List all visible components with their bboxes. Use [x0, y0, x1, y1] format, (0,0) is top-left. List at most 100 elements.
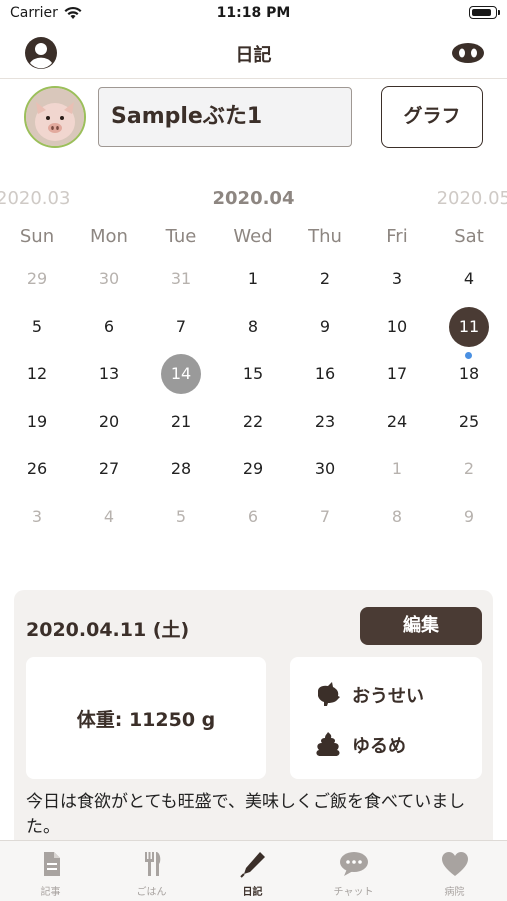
entry-date: 2020.04.11 (土) — [26, 619, 190, 641]
calendar-day[interactable]: 5 — [1, 307, 73, 347]
calendar-day[interactable]: 30 — [289, 449, 361, 489]
pig-silhouette-icon — [314, 681, 342, 707]
calendar-day[interactable]: 3 — [1, 497, 73, 537]
calendar-day[interactable]: 1 — [217, 259, 289, 299]
calendar-day[interactable]: 15 — [217, 354, 289, 394]
calendar-day[interactable]: 31 — [145, 259, 217, 299]
calendar-day[interactable]: 8 — [361, 497, 433, 537]
chat-bubble-icon — [339, 850, 369, 878]
stool-box: おうせい ゆるめ — [290, 657, 482, 779]
weekday-label: Tue — [165, 226, 197, 247]
next-month-label[interactable]: 2020.05 — [437, 188, 507, 209]
calendar-day[interactable]: 19 — [1, 402, 73, 442]
day-number: 5 — [175, 507, 187, 526]
graph-button[interactable]: グラフ — [381, 86, 483, 148]
pen-icon — [238, 850, 268, 878]
day-number: 2 — [319, 269, 331, 288]
edit-button[interactable]: 編集 — [360, 607, 482, 645]
calendar-day[interactable]: 26 — [1, 449, 73, 489]
calendar-day[interactable]: 20 — [73, 402, 145, 442]
tab-label: 日記 — [242, 887, 263, 898]
day-number: 5 — [31, 316, 43, 336]
calendar-day[interactable]: 10 — [361, 307, 433, 347]
tab-meals[interactable]: ごはん — [101, 841, 202, 901]
calendar-day[interactable]: 25 — [433, 402, 505, 442]
calendar-day[interactable]: 8 — [217, 307, 289, 347]
current-month-label: 2020.04 — [212, 188, 295, 209]
diary-entry-card: 2020.04.11 (土) 編集 体重: 11250 g おうせい ゆるめ 今… — [14, 590, 493, 850]
calendar-day[interactable]: 4 — [433, 259, 505, 299]
day-number: 25 — [458, 411, 480, 431]
day-number: 9 — [463, 507, 475, 526]
day-number: 7 — [319, 507, 331, 526]
calendar-day[interactable]: 1 — [361, 449, 433, 489]
navigation-bar: 日記 — [0, 28, 507, 79]
battery-icon — [469, 6, 500, 19]
calendar-day[interactable]: 29 — [217, 449, 289, 489]
pig-avatar[interactable] — [24, 86, 86, 148]
tab-hospital[interactable]: 病院 — [404, 841, 505, 901]
day-number: 6 — [103, 316, 115, 336]
tab-diary[interactable]: 日記 — [202, 841, 303, 901]
tab-label: ごはん — [136, 887, 167, 898]
weekday-label: Fri — [386, 226, 408, 247]
day-number: 7 — [175, 316, 187, 336]
tab-chat[interactable]: チャット — [303, 841, 404, 901]
calendar-day-selected[interactable]: 11 — [433, 306, 505, 359]
tab-label: 記事 — [40, 887, 61, 898]
calendar-day[interactable]: 18 — [433, 354, 505, 394]
calendar-day[interactable]: 4 — [73, 497, 145, 537]
heart-icon — [440, 850, 470, 878]
page-title: 日記 — [235, 45, 272, 66]
day-number: 18 — [458, 364, 480, 384]
day-number: 1 — [247, 269, 259, 288]
calendar-day[interactable]: 29 — [1, 259, 73, 299]
day-number: 2 — [463, 459, 475, 479]
pig-nose-icon[interactable] — [451, 42, 485, 64]
day-number: 28 — [170, 459, 192, 479]
calendar-day[interactable]: 6 — [217, 497, 289, 537]
stool-shape-label: おうせい — [352, 686, 424, 707]
calendar-day[interactable]: 21 — [145, 402, 217, 442]
day-number: 29 — [26, 269, 48, 288]
calendar-day[interactable]: 22 — [217, 402, 289, 442]
day-number: 10 — [386, 316, 408, 336]
calendar-day[interactable]: 9 — [433, 497, 505, 537]
calendar-day[interactable]: 28 — [145, 449, 217, 489]
calendar-day-today[interactable]: 14 — [145, 354, 217, 395]
day-number: 23 — [314, 411, 336, 431]
calendar-day[interactable]: 7 — [145, 307, 217, 347]
day-number: 3 — [31, 507, 43, 526]
calendar-day[interactable]: 30 — [73, 259, 145, 299]
weight-box: 体重: 11250 g — [26, 657, 266, 779]
day-number: 17 — [386, 364, 408, 384]
day-number: 19 — [26, 411, 48, 431]
weekday-label: Mon — [90, 226, 128, 247]
calendar-day[interactable]: 5 — [145, 497, 217, 537]
tab-bar: 記事 ごはん 日記 チャット 病院 — [0, 840, 507, 901]
day-number: 11 — [458, 316, 480, 336]
calendar-day[interactable]: 2 — [289, 259, 361, 299]
calendar-day[interactable]: 24 — [361, 402, 433, 442]
calendar-day[interactable]: 3 — [361, 259, 433, 299]
status-bar: Carrier 11:18 PM — [0, 0, 507, 28]
clock: 11:18 PM — [216, 5, 291, 21]
day-number: 30 — [98, 269, 120, 288]
weekday-label: Thu — [308, 226, 342, 247]
calendar-day[interactable]: 9 — [289, 307, 361, 347]
calendar-day[interactable]: 23 — [289, 402, 361, 442]
tab-articles[interactable]: 記事 — [0, 841, 101, 901]
calendar-day[interactable]: 27 — [73, 449, 145, 489]
pig-name-field[interactable]: Sampleぶた1 — [98, 87, 352, 147]
calendar-day[interactable]: 2 — [433, 449, 505, 489]
memo-text: 今日は食欲がとても旺盛で、美味しくご飯を食べていました。 — [26, 792, 466, 837]
calendar-day[interactable]: 16 — [289, 354, 361, 394]
stool-condition-label: ゆるめ — [352, 736, 406, 757]
calendar-day[interactable]: 13 — [73, 354, 145, 394]
calendar-day[interactable]: 6 — [73, 307, 145, 347]
calendar-day[interactable]: 12 — [1, 354, 73, 394]
day-number: 14 — [170, 364, 192, 384]
calendar-day[interactable]: 7 — [289, 497, 361, 537]
tab-label: 病院 — [444, 887, 465, 898]
calendar-day[interactable]: 17 — [361, 354, 433, 394]
